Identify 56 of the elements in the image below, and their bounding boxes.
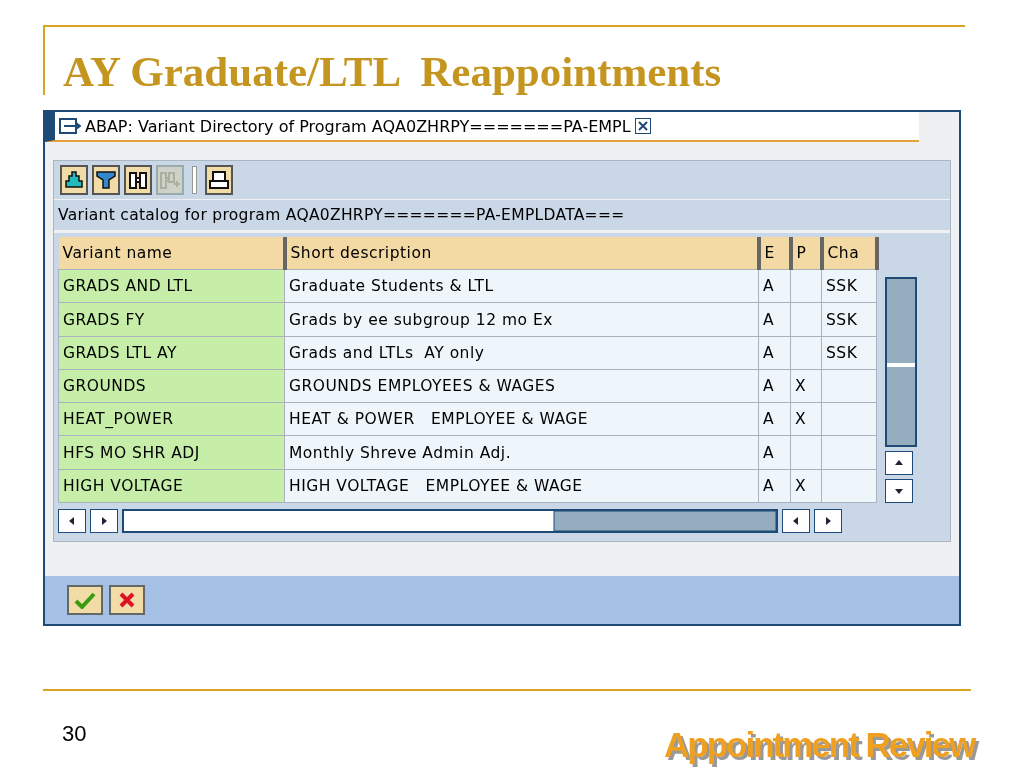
table-cell: SSK bbox=[821, 336, 877, 370]
table-cell bbox=[821, 469, 877, 503]
table-cell: A bbox=[758, 269, 791, 303]
scroll-up-button[interactable] bbox=[884, 451, 913, 475]
toolbar-button[interactable] bbox=[205, 165, 233, 195]
vertical-scrollbar[interactable] bbox=[884, 277, 917, 447]
table-cell bbox=[821, 402, 877, 436]
table-cell: SSK bbox=[821, 269, 877, 303]
table-cell: GROUNDS bbox=[58, 369, 285, 403]
table-cell: GRADS LTL AY bbox=[58, 336, 285, 370]
table-cell: Grads by ee subgroup 12 mo Ex bbox=[284, 303, 759, 337]
scroll-down-button[interactable] bbox=[884, 479, 913, 503]
toolbar-button[interactable] bbox=[92, 165, 120, 195]
cross-icon bbox=[118, 591, 136, 609]
confirm-button[interactable] bbox=[67, 585, 103, 615]
table-cell: GRADS FY bbox=[58, 303, 285, 337]
toolbar-button[interactable] bbox=[60, 165, 88, 195]
checkmark-icon bbox=[74, 591, 96, 609]
stack-icon bbox=[64, 171, 84, 189]
table-cell bbox=[821, 436, 877, 470]
window-icon bbox=[59, 118, 81, 134]
table-cell: HFS MO SHR ADJ bbox=[58, 436, 285, 470]
table-cell: SSK bbox=[821, 303, 877, 337]
table-cell: Graduate Students & LTL bbox=[284, 269, 759, 303]
table-cell: HEAT & POWER EMPLOYEE & WAGE bbox=[284, 402, 759, 436]
page-number: 30 bbox=[62, 721, 87, 747]
cancel-button[interactable] bbox=[109, 585, 145, 615]
close-icon bbox=[637, 121, 648, 131]
column-header[interactable]: Variant name bbox=[58, 237, 285, 270]
printer-icon bbox=[209, 171, 229, 189]
table-cell: HIGH VOLTAGE EMPLOYEE & WAGE bbox=[284, 469, 759, 503]
table-cell: GRADS AND LTL bbox=[58, 269, 285, 303]
table-cell: HEAT_POWER bbox=[58, 402, 285, 436]
window-title: ABAP: Variant Directory of Program AQA0ZHRPY=======PA-EMPL bbox=[85, 116, 631, 136]
funnel-icon bbox=[96, 171, 116, 189]
binoculars-icon bbox=[128, 171, 148, 189]
table-cell bbox=[821, 369, 877, 403]
column-header[interactable]: Short description bbox=[284, 237, 759, 270]
column-header[interactable]: Cha bbox=[821, 237, 877, 270]
table-cell: HIGH VOLTAGE bbox=[58, 469, 285, 503]
slide-title: AY Graduate/LTL Reappointments bbox=[63, 47, 722, 96]
binoculars-plus-icon bbox=[159, 171, 181, 189]
toolbar-separator bbox=[192, 166, 197, 194]
close-button[interactable] bbox=[634, 118, 651, 134]
scroll-right-button[interactable] bbox=[814, 509, 842, 533]
scroll-right-button[interactable] bbox=[90, 509, 118, 533]
table-cell: Grads and LTLs AY only bbox=[284, 336, 759, 370]
logo-text: Appointment Review bbox=[664, 725, 975, 766]
toolbar-button[interactable] bbox=[124, 165, 152, 195]
table-cell: Monthly Shreve Admin Adj. bbox=[284, 436, 759, 470]
table-cell bbox=[790, 269, 822, 303]
scroll-left-button[interactable] bbox=[58, 509, 86, 533]
scroll-left-button[interactable] bbox=[782, 509, 810, 533]
horizontal-scrollbar[interactable] bbox=[122, 509, 778, 533]
catalog-label: Variant catalog for program AQA0ZHRPY=======PA-EMPLDATA=== bbox=[54, 200, 950, 233]
table-cell: GROUNDS EMPLOYEES & WAGES bbox=[284, 369, 759, 403]
